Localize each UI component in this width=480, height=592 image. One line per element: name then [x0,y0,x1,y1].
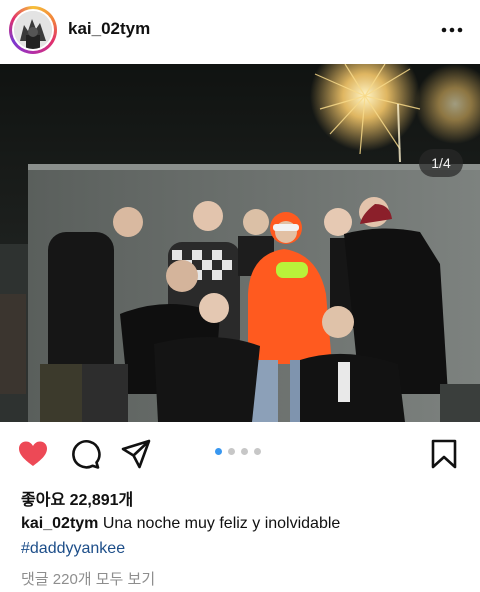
avatar[interactable] [12,9,54,51]
hashtag-link[interactable]: #daddyyankee [21,540,125,558]
caption-username[interactable]: kai_02tym [21,515,98,532]
carousel-indicator [215,448,267,456]
avatar-image [14,11,52,49]
carousel-dot [228,448,235,455]
bookmark-icon[interactable] [428,438,460,470]
send-icon[interactable] [120,438,152,470]
view-all-comments-link[interactable]: 댓글 220개 모두 보기 [21,568,155,589]
comment-icon[interactable] [69,438,101,470]
more-horizontal-icon[interactable] [440,22,464,38]
like-count[interactable]: 좋아요 22,891개 [21,486,133,510]
caption: kai_02tym Una noche muy feliz y inolvida… [21,515,340,533]
carousel-dot [254,448,261,455]
heart-icon[interactable] [17,438,49,470]
username[interactable]: kai_02tym [68,19,150,39]
image-counter: 1/4 [419,149,463,177]
story-ring[interactable] [9,6,57,54]
caption-text: Una noche muy feliz y inolvidable [102,515,341,532]
carousel-dot-active [215,448,222,455]
post-header: kai_02tym [0,0,480,60]
post-photo[interactable]: 1/4 [0,64,480,422]
carousel-dot [241,448,248,455]
